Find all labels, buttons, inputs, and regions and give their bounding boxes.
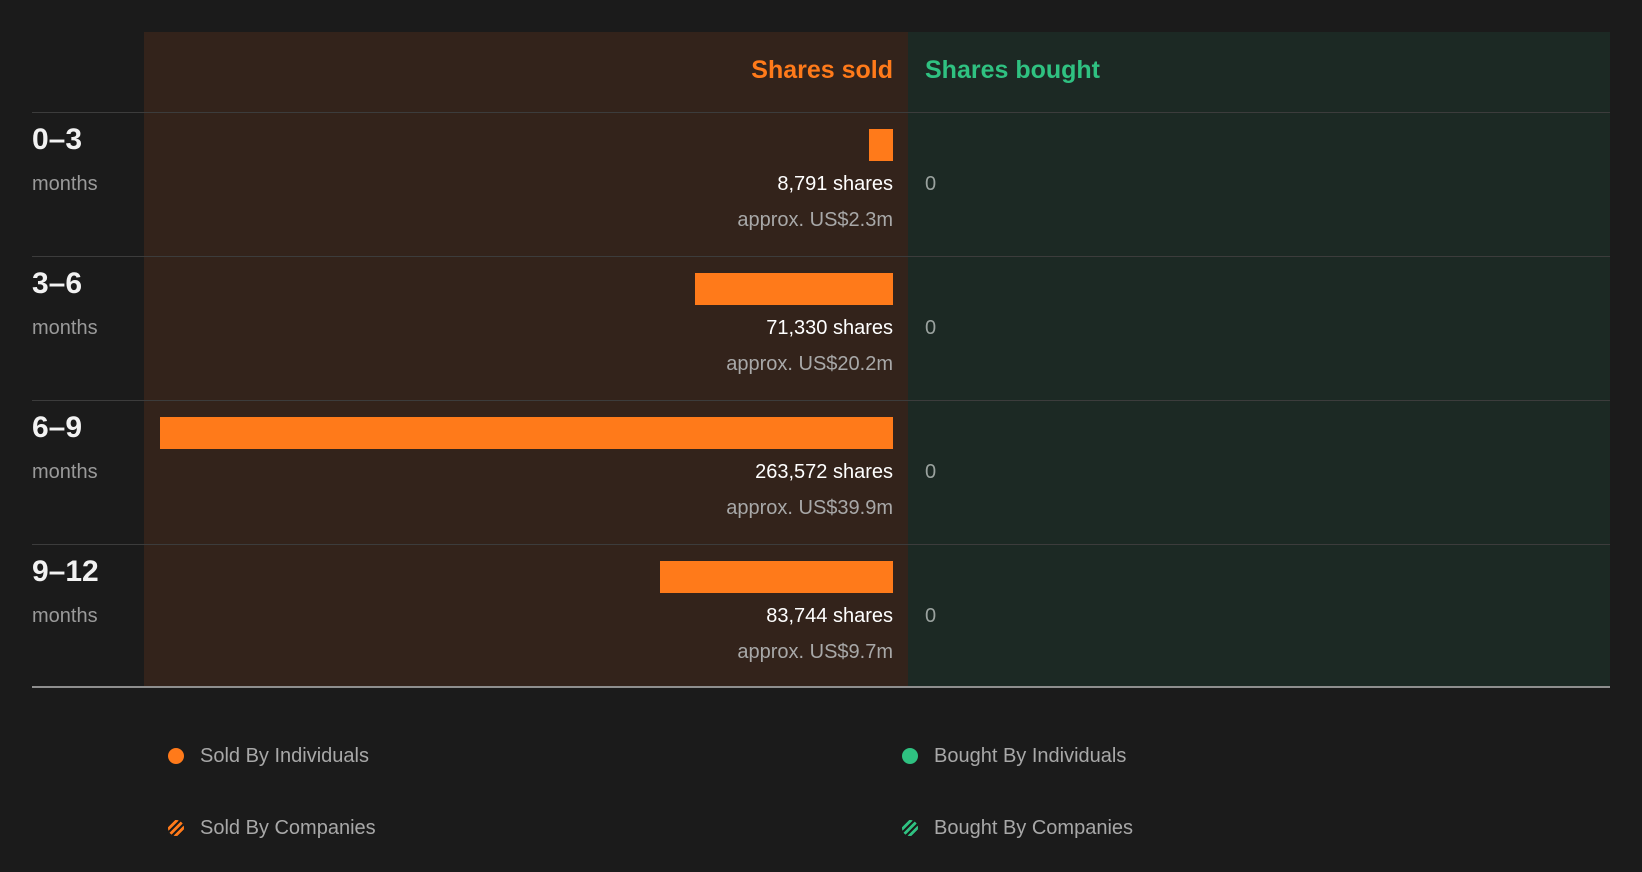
bought-shares-label: 0 [925,317,937,339]
sold-shares-label: 83,744 shares [766,605,893,627]
legend-label: Sold By Companies [200,816,376,839]
legend-item-bought-companies: Bought By Companies [902,814,1133,842]
period-row: 3–6 months 71,330 shares approx. US$20.2… [0,257,1642,401]
period-unit: months [32,461,98,483]
period-label: 9–12 [32,555,99,588]
period-label: 6–9 [32,411,83,444]
legend-item-sold-companies: Sold By Companies [168,814,376,842]
period-label: 0–3 [32,123,83,156]
legend-swatch [168,820,184,836]
sold-bar [695,273,893,305]
period-row: 0–3 months 8,791 shares approx. US$2.3m … [0,113,1642,257]
bought-shares-label: 0 [925,605,937,627]
sold-value-label: approx. US$2.3m [737,209,893,231]
legend-swatch [902,820,918,836]
sold-shares-label: 8,791 shares [777,173,893,195]
sold-bar [660,561,893,593]
period-label: 3–6 [32,267,83,300]
bought-shares-label: 0 [925,461,937,483]
sold-value-label: approx. US$20.2m [726,353,893,375]
shares-sold-header: Shares sold [751,56,893,84]
sold-bar [160,417,893,449]
legend-item-bought-individuals: Bought By Individuals [902,742,1126,770]
legend-item-sold-individuals: Sold By Individuals [168,742,369,770]
sold-shares-label: 71,330 shares [766,317,893,339]
sold-value-label: approx. US$9.7m [737,641,893,663]
bought-shares-label: 0 [925,173,937,195]
legend-label: Bought By Companies [934,816,1134,839]
period-unit: months [32,317,98,339]
chart-baseline [32,686,1610,688]
period-row: 9–12 months 83,744 shares approx. US$9.7… [0,545,1642,689]
legend-label: Sold By Individuals [200,744,369,767]
period-row: 6–9 months 263,572 shares approx. US$39.… [0,401,1642,545]
sold-value-label: approx. US$39.9m [726,497,893,519]
sold-shares-label: 263,572 shares [755,461,893,483]
legend-label: Bought By Individuals [934,744,1127,767]
legend-swatch [902,748,918,764]
period-unit: months [32,605,98,627]
shares-bought-header: Shares bought [925,56,1101,84]
legend-swatch [168,748,184,764]
sold-bar [869,129,893,161]
period-unit: months [32,173,98,195]
